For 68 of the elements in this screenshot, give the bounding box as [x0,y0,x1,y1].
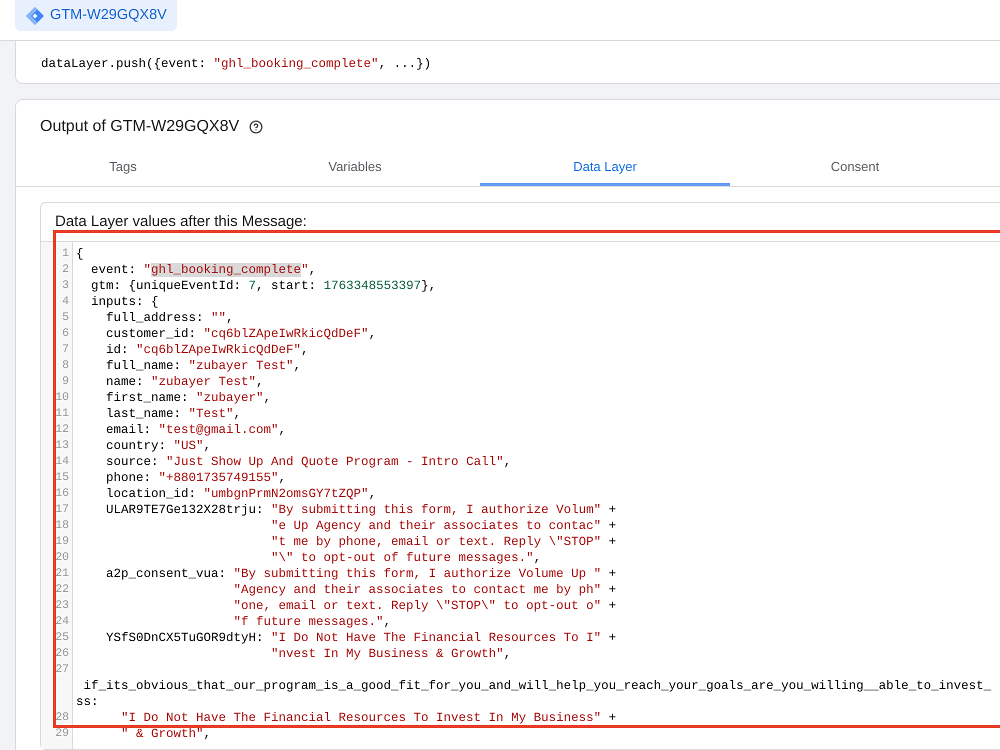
tab[interactable]: Data Layer [480,149,730,186]
code-line: id: "cq6blZApeIwRkicQdDeF", [106,342,309,358]
code-line: phone: "+8801735749155", [106,470,286,486]
line-number: 16 [55,486,69,502]
line-number: 10 [55,390,69,406]
code-line: " & Growth", [121,726,212,742]
line-number: 20 [55,550,69,566]
code-line: first_name: "zubayer", [106,390,272,406]
line-number: 21 [55,566,69,582]
line-number: 24 [55,614,69,630]
code-line: "Agency and their associates to contact me by ph" + [234,582,616,598]
code-line: ULAR9TE7Ge132X28trju: "By submitting this form, I authorize Volum" + [106,502,616,518]
panel-title: Output of GTM-W29GQX8V [40,117,240,137]
line-number: 4 [62,294,69,310]
tab[interactable]: Consent [730,149,980,186]
code-line: YSfS0DnCX5TuGOR9dtyH: "I Do Not Have The Financial Resources To I" + [106,630,616,646]
code-line: location_id: "umbgnPrmN2omsGY7tZQP", [106,486,376,502]
code-line: inputs: { [91,294,159,310]
diamond-icon [26,6,44,24]
line-number: 2 [62,262,69,278]
code-line: customer_id: "cq6blZApeIwRkicQdDeF", [106,326,376,342]
code-line: "\" to opt-out of future messages.", [271,550,542,566]
line-number: 26 [55,646,69,662]
code-line: ss: [76,694,99,710]
tab[interactable]: Variables [230,149,480,186]
code-line: "f future messages.", [234,614,392,630]
line-number: 12 [55,422,69,438]
line-number: 3 [62,278,69,294]
panel-label: Data Layer values after this Message: [55,213,307,231]
code-line: country: "US", [106,438,212,454]
code-line: last_name: "Test", [106,406,242,422]
code-line: full_address: "", [106,310,234,326]
line-number: 23 [55,598,69,614]
line-number: 7 [62,342,69,358]
line-number: 9 [62,374,69,390]
tab[interactable]: Tags [16,149,230,186]
line-number: 1 [62,246,69,262]
code-line: "t me by phone, email or text. Reply \"STOP" + [271,534,616,550]
code-snippet: dataLayer.push({event: "ghl_booking_complete", ...}) [41,56,432,72]
line-number: 13 [55,438,69,454]
code-line: "e Up Agency and their associates to contac" + [271,518,616,534]
code-line: "nvest In My Business & Growth", [271,646,512,662]
code-line: full_name: "zubayer Test", [106,358,302,374]
line-number: 25 [55,630,69,646]
line-number: 6 [62,326,69,342]
line-number: 27 [55,662,69,678]
line-number: 22 [55,582,69,598]
code-line: "one, email or text. Reply \"STOP\" to opt-out o" + [234,598,616,614]
line-number: 14 [55,454,69,470]
line-number: 28 [55,710,69,726]
line-number: 19 [55,534,69,550]
code-line: { [76,246,84,262]
line-number: 5 [62,310,69,326]
code-line: source: "Just Show Up And Quote Program - Intro Call", [106,454,512,470]
help-icon[interactable] [249,120,264,134]
line-number: 17 [55,502,69,518]
code-line: gtm: {uniqueEventId: 7, start: 1763348553397}, [91,278,436,294]
line-number: 8 [62,358,69,374]
container-chip[interactable]: GTM-W29GQX8V [15,0,177,31]
code-line: a2p_consent_vua: "By submitting this form, I authorize Volume Up " + [106,566,616,582]
code-line: "I Do Not Have The Financial Resources To Invest In My Business" + [121,710,616,726]
code-line: if_its_obvious_that_our_program_is_a_good_fit_for_you_and_will_help_you_reach_your_goals_are_you_willing__able_to_invest_ [82,678,992,694]
code-line: email: "test@gmail.com", [106,422,286,438]
code-line: name: "zubayer Test", [106,374,264,390]
line-number: 29 [55,726,69,742]
line-number: 18 [55,518,69,534]
line-number: 11 [55,406,69,422]
line-number: 15 [55,470,69,486]
